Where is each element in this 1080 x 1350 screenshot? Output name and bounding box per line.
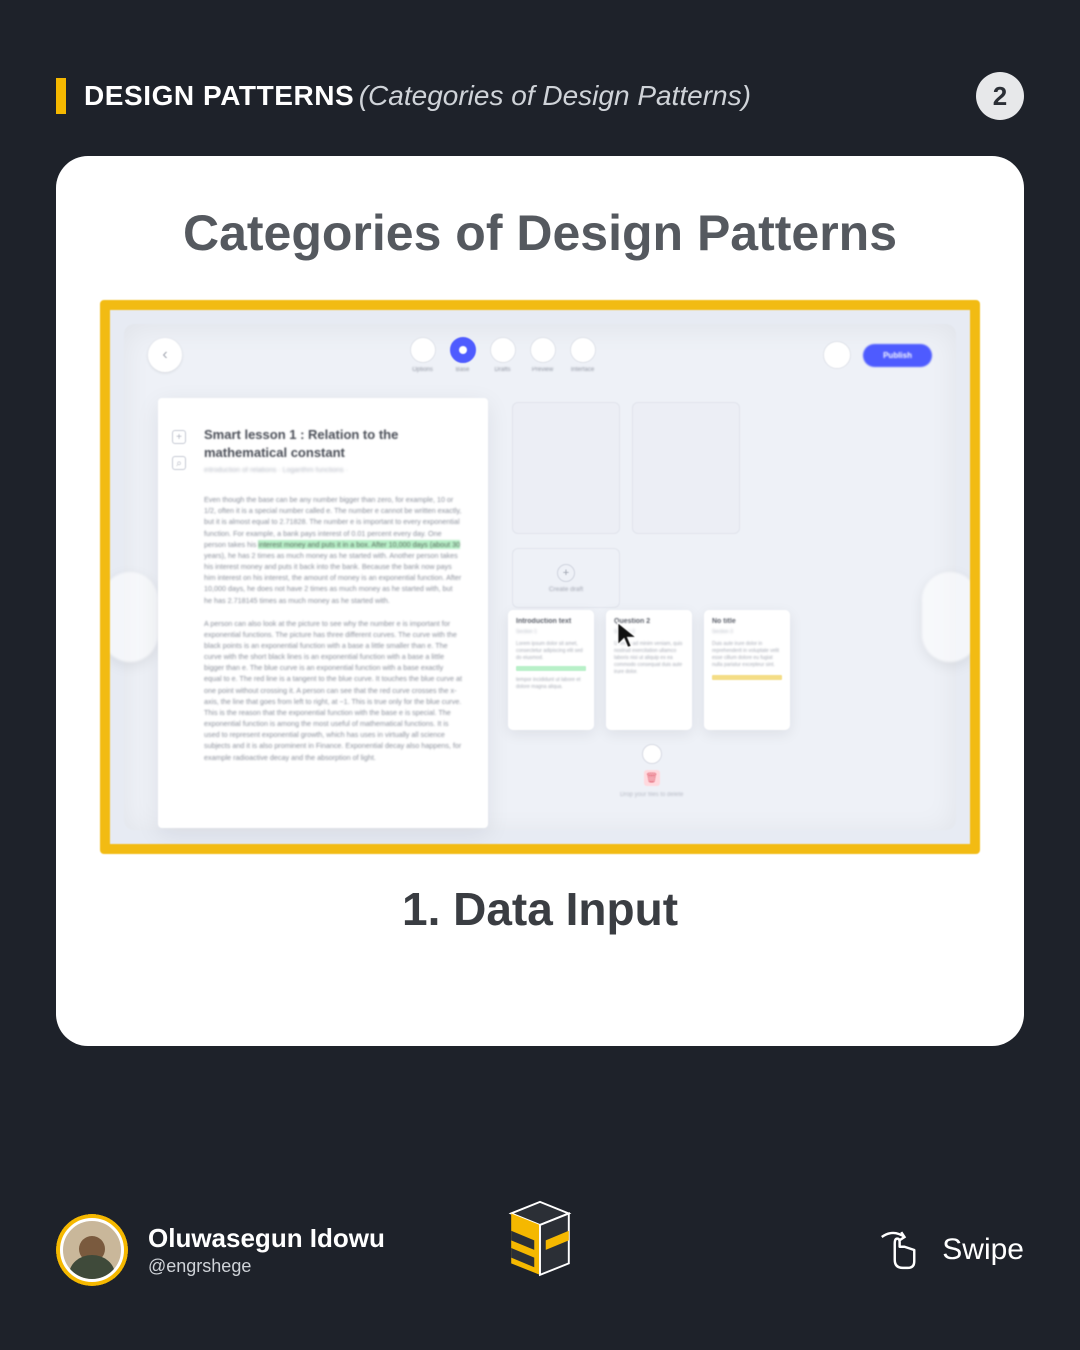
avatar-image — [60, 1218, 124, 1282]
tab-interface[interactable]: Interface — [570, 337, 596, 373]
highlight-yellow-icon — [712, 675, 782, 680]
trash-icon: 🗑 — [644, 770, 660, 786]
brand-logo-icon — [492, 1200, 588, 1301]
mockup-tabs: Options Base Drafts Preview Interface — [410, 337, 596, 373]
search-icon[interactable]: ⌕ — [172, 456, 186, 470]
carousel-next-button[interactable] — [922, 572, 978, 662]
create-draft-label: Create draft — [549, 586, 583, 593]
page-number: 2 — [993, 81, 1007, 112]
drop-target-icon — [642, 744, 662, 764]
minicard-question[interactable]: Question 2 Section 2 Ut enim ad minim ve… — [606, 610, 692, 730]
accent-bar-icon — [56, 78, 66, 114]
author-block: Oluwasegun Idowu @engrshege — [148, 1223, 385, 1277]
swipe-hint: Swipe — [872, 1224, 1024, 1276]
expand-icon[interactable]: + — [172, 430, 186, 444]
slide-header: DESIGN PATTERNS (Categories of Design Pa… — [56, 72, 1024, 120]
document-body: Even though the base can be any number b… — [204, 494, 462, 763]
tab-options[interactable]: Options — [410, 337, 436, 373]
chevron-left-icon: ‹ — [162, 346, 167, 364]
tab-drafts[interactable]: Drafts — [490, 337, 516, 373]
back-button[interactable]: ‹ — [148, 338, 182, 372]
settings-icon[interactable] — [823, 341, 851, 369]
minicard-notitle[interactable]: No title Section 3 Duis aute irure dolor… — [704, 610, 790, 730]
minicard-intro[interactable]: Introduction text Section 1 Lorem ipsum … — [508, 610, 594, 730]
content-card: Categories of Design Patterns ‹ Options … — [56, 156, 1024, 1046]
author-name: Oluwasegun Idowu — [148, 1223, 385, 1254]
mockup-canvas: ‹ Options Base Drafts Preview Interface … — [124, 324, 956, 830]
slide-footer: Oluwasegun Idowu @engrshege Swipe — [56, 1214, 1024, 1286]
plus-icon: + — [557, 564, 575, 582]
tab-base[interactable]: Base — [450, 337, 476, 373]
publish-button[interactable]: Publish — [863, 344, 932, 367]
document-panel: + ⌕ Smart lesson 1 : Relation to the mat… — [158, 398, 488, 828]
tab-preview[interactable]: Preview — [530, 337, 556, 373]
card-title: Categories of Design Patterns — [100, 204, 980, 262]
swipe-icon — [872, 1224, 924, 1276]
card-caption: 1. Data Input — [100, 882, 980, 936]
carousel-prev-button[interactable] — [102, 572, 158, 662]
avatar — [56, 1214, 128, 1286]
document-title: Smart lesson 1 : Relation to the mathema… — [204, 426, 462, 461]
drop-delete-area[interactable]: 🗑 Drop your files to delete — [620, 744, 683, 798]
mockup-top-actions: Publish — [823, 341, 932, 369]
page-number-badge: 2 — [976, 72, 1024, 120]
mockup-topbar: ‹ Options Base Drafts Preview Interface … — [124, 324, 956, 386]
mockup-frame: ‹ Options Base Drafts Preview Interface … — [100, 300, 980, 854]
drop-label: Drop your files to delete — [620, 792, 683, 798]
placeholder-tile — [632, 402, 740, 534]
create-draft-button[interactable]: + Create draft — [512, 548, 620, 608]
highlight-green-icon — [516, 666, 586, 671]
header-title-main: DESIGN PATTERNS — [84, 80, 354, 111]
header-title-sub: (Categories of Design Patterns) — [359, 80, 751, 111]
swipe-label: Swipe — [942, 1233, 1024, 1267]
author-handle: @engrshege — [148, 1256, 385, 1277]
placeholder-tile — [512, 402, 620, 534]
header-title: DESIGN PATTERNS (Categories of Design Pa… — [84, 80, 751, 112]
document-subtitle: introduction of relations · Logarithm fu… — [204, 467, 462, 474]
